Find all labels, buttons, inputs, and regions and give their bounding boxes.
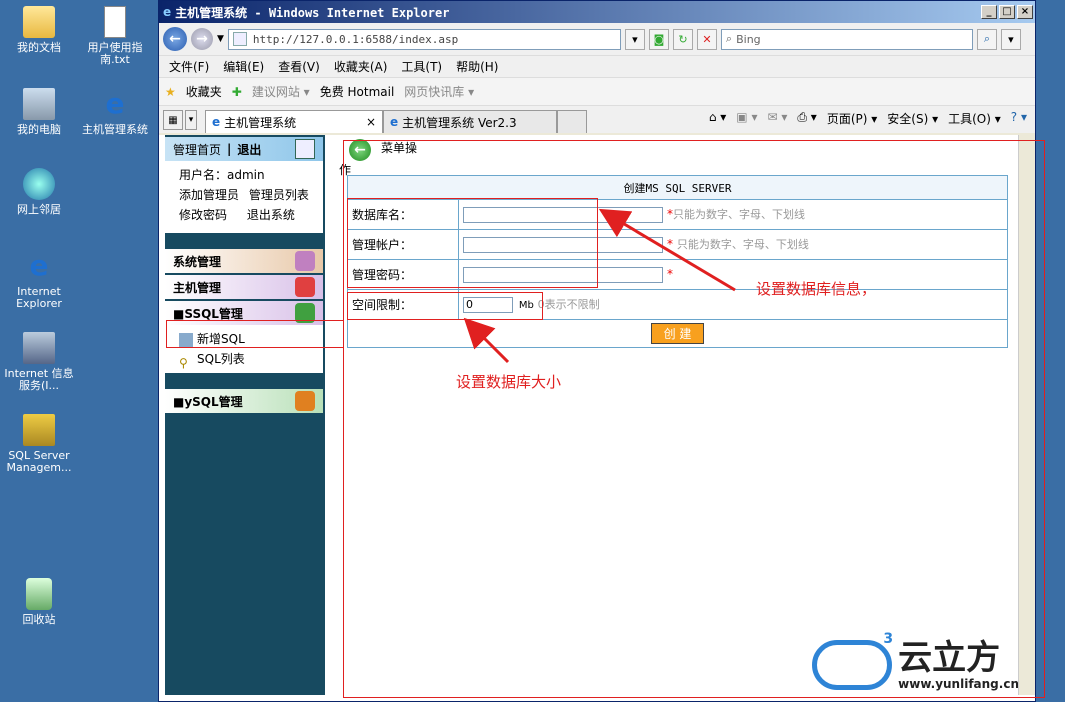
annotation-arrows [463,208,736,364]
arrow-to-dbinfo [598,208,736,292]
annotation-db-size: 设置数据库大小 [456,373,562,391]
arrow-to-space [463,317,510,364]
annotation-db-info: 设置数据库信息， [756,280,877,298]
